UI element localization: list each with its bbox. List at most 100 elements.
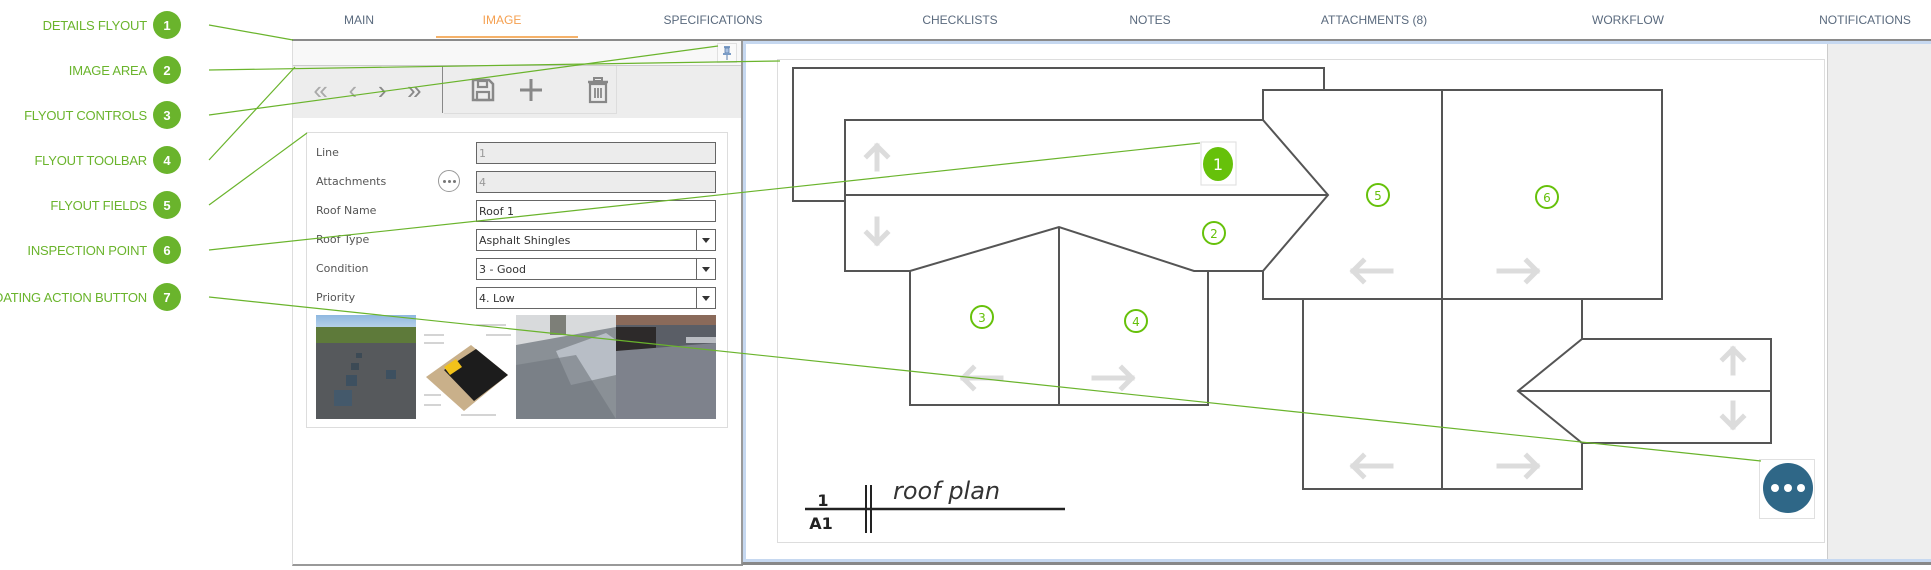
line-input[interactable]: 1 <box>476 142 716 164</box>
field-label: Roof Name <box>316 204 377 217</box>
record-navigation: « ‹ › » <box>293 66 443 113</box>
title-sheet: A1 <box>809 514 833 533</box>
more-horizontal-icon <box>1771 484 1779 492</box>
chevron-down-icon[interactable] <box>696 288 715 308</box>
chevron-down-icon[interactable] <box>696 230 715 250</box>
callout-inspection-point: INSPECTION POINT 6 <box>27 236 181 264</box>
save-icon[interactable] <box>469 76 497 104</box>
inspection-point-2[interactable]: 2 <box>1202 221 1226 245</box>
attachments-input[interactable]: 4 <box>476 171 716 193</box>
metal-roof-skylight-photo[interactable] <box>516 315 616 419</box>
inspection-point-1[interactable]: 1 <box>1203 147 1233 181</box>
field-label: Roof Type <box>316 233 370 246</box>
field-label: Condition <box>316 262 369 275</box>
field-attachments: Attachments 4 <box>307 170 727 195</box>
selected-value: 3 - Good <box>479 263 526 276</box>
field-label: Priority <box>316 291 356 304</box>
callout-number: 5 <box>153 191 181 219</box>
callout-floating-action-button: FLOATING ACTION BUTTON 7 <box>0 283 181 311</box>
field-roof-type: Roof Type Asphalt Shingles <box>307 229 727 253</box>
slope-arrow-left-icon <box>1349 257 1394 285</box>
callout-number: 2 <box>153 56 181 84</box>
slope-arrow-right-icon <box>1091 364 1136 392</box>
priority-select[interactable]: 4. Low <box>476 287 716 309</box>
active-tab-indicator <box>436 36 578 38</box>
svg-text:4: 4 <box>1132 315 1140 329</box>
tab-notes[interactable]: NOTES <box>1129 13 1170 27</box>
tab-notifications[interactable]: NOTIFICATIONS <box>1819 13 1911 27</box>
callout-number: 6 <box>153 236 181 264</box>
drawing-title-block: 1 A1 roof plan <box>805 477 1065 533</box>
roof-type-select[interactable]: Asphalt Shingles <box>476 229 716 251</box>
callout-label: INSPECTION POINT <box>27 242 147 258</box>
delete-icon[interactable] <box>584 76 612 104</box>
next-record-icon[interactable]: › <box>378 77 387 103</box>
roof-outline <box>792 67 1325 202</box>
first-record-icon[interactable]: « <box>313 77 327 103</box>
callout-details-flyout: DETAILS FLYOUT 1 <box>43 11 181 39</box>
slope-arrow-down-icon <box>863 216 891 247</box>
slope-arrow-left-icon <box>1349 452 1394 480</box>
slope-arrow-left-icon <box>959 364 1004 392</box>
callout-label: FLOATING ACTION BUTTON <box>0 289 147 305</box>
field-line: Line 1 <box>307 142 727 166</box>
record-actions <box>444 66 617 114</box>
flat-roof-with-vents-photo[interactable] <box>316 315 416 419</box>
slope-arrow-down-icon <box>1719 400 1747 431</box>
callout-label: IMAGE AREA <box>68 62 147 78</box>
tab-checklists[interactable]: CHECKLISTS <box>922 13 997 27</box>
last-record-icon[interactable]: » <box>407 77 421 103</box>
inspection-point-3[interactable]: 3 <box>970 305 994 329</box>
field-label: Attachments <box>316 175 387 188</box>
slope-arrow-right-icon <box>1496 452 1541 480</box>
callout-number: 3 <box>153 101 181 129</box>
inspection-point-4[interactable]: 4 <box>1124 309 1148 333</box>
inspection-point-5[interactable]: 5 <box>1366 183 1390 207</box>
callout-flyout-toolbar: FLYOUT TOOLBAR 4 <box>34 146 181 174</box>
svg-text:2: 2 <box>1210 227 1218 241</box>
floating-action-button[interactable] <box>1763 463 1813 513</box>
roof-name-input[interactable]: Roof 1 <box>476 200 716 222</box>
tab-bar: MAIN IMAGE SPECIFICATIONS CHECKLISTS NOT… <box>292 0 1931 40</box>
callout-flyout-fields: FLYOUT FIELDS 5 <box>50 191 181 219</box>
tab-specifications[interactable]: SPECIFICATIONS <box>663 13 762 27</box>
callout-label: DETAILS FLYOUT <box>42 17 148 33</box>
previous-record-icon[interactable]: ‹ <box>348 77 357 103</box>
slope-arrow-right-icon <box>1496 257 1541 285</box>
callout-image-area: IMAGE AREA 2 <box>69 56 181 84</box>
condition-select[interactable]: 3 - Good <box>476 258 716 280</box>
tab-image[interactable]: IMAGE <box>483 13 522 27</box>
drawing-title: roof plan <box>893 477 1000 505</box>
callout-number: 4 <box>153 146 181 174</box>
selected-value: 4. Low <box>479 292 515 305</box>
callout-label: FLYOUT TOOLBAR <box>34 152 147 168</box>
chevron-down-icon[interactable] <box>696 259 715 279</box>
roof-plan-drawing[interactable]: 1 A1 roof plan 1 2 3 4 5 6 <box>777 59 1825 543</box>
svg-text:5: 5 <box>1374 189 1382 203</box>
tab-workflow[interactable]: WORKFLOW <box>1592 13 1664 27</box>
callout-flyout-controls: FLYOUT CONTROLS 3 <box>24 101 181 129</box>
details-flyout: « ‹ › » Line 1 Attachments 4 Roof Name R… <box>292 41 743 566</box>
flyout-toolbar: « ‹ › » <box>293 66 741 118</box>
inspection-point-6[interactable]: 6 <box>1535 185 1559 209</box>
callout-number: 7 <box>153 283 181 311</box>
flyout-fields: Line 1 Attachments 4 Roof Name Roof 1 Ro… <box>306 132 728 428</box>
selected-value: Asphalt Shingles <box>479 234 571 247</box>
slope-arrow-up-icon <box>1719 345 1747 376</box>
image-side-panel <box>1827 44 1931 559</box>
add-icon[interactable] <box>517 76 545 104</box>
svg-text:6: 6 <box>1543 191 1551 205</box>
attachments-more-button[interactable] <box>438 170 460 192</box>
title-number: 1 <box>817 491 828 510</box>
field-priority: Priority 4. Low <box>307 287 727 311</box>
roof-membrane-diagram[interactable] <box>416 315 516 419</box>
flyout-controls <box>293 41 741 66</box>
tab-main[interactable]: MAIN <box>344 13 374 27</box>
svg-text:3: 3 <box>978 311 986 325</box>
flat-membrane-roof-photo[interactable] <box>616 315 716 419</box>
field-condition: Condition 3 - Good <box>307 258 727 282</box>
tab-attachments[interactable]: ATTACHMENTS (8) <box>1321 13 1427 27</box>
field-roof-name: Roof Name Roof 1 <box>307 200 727 224</box>
svg-text:1: 1 <box>1213 155 1223 174</box>
pushpin-icon[interactable] <box>717 43 737 63</box>
